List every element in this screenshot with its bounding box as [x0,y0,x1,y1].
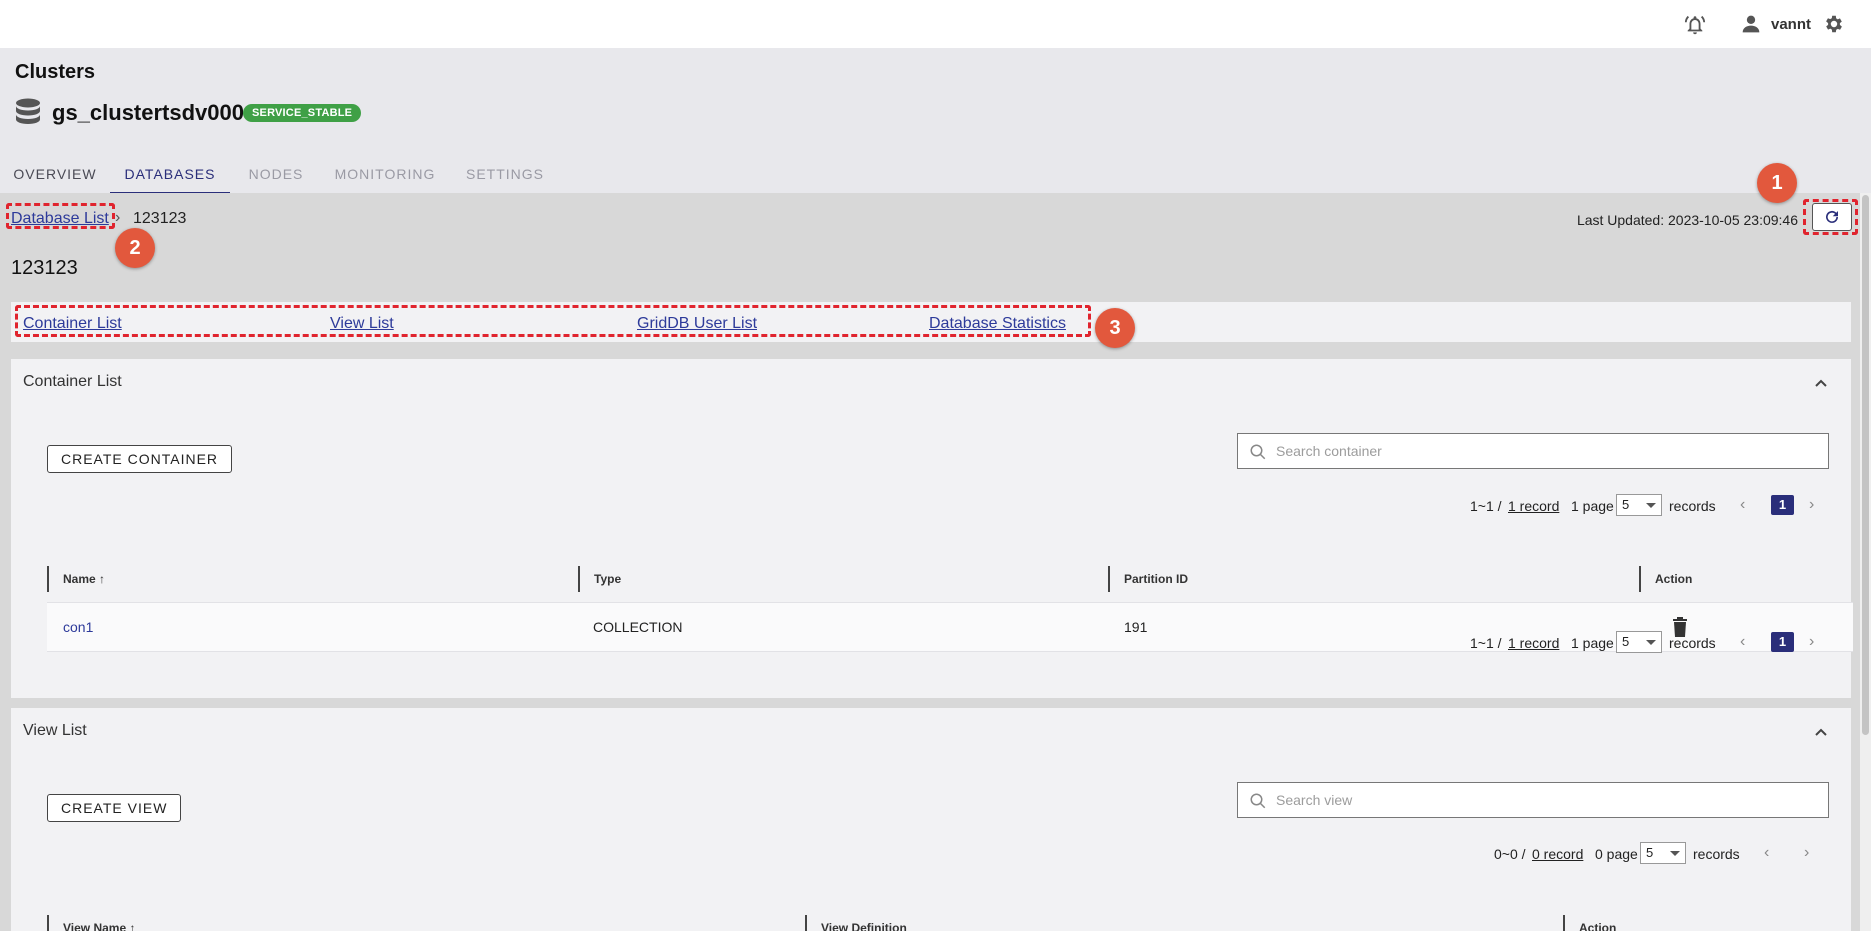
status-badge: SERVICE_STABLE [243,104,362,122]
vertical-scrollbar[interactable] [1860,193,1871,931]
page-title: Clusters [15,61,96,83]
page-size-select[interactable]: 5 [1616,494,1662,516]
pager-range: 0~0 / [1494,846,1526,862]
page-header: Clusters gs_clustertsdv0004 SERVICE_STAB… [0,48,1871,194]
create-container-button[interactable]: CREATE CONTAINER [47,445,233,473]
pager-records-link[interactable]: 1 record [1508,498,1559,514]
database-title: 123123 [11,257,78,279]
container-pager-top: 1~1 / 1 record 1 page 5 records ‹ 1 › [1470,494,1830,518]
container-type: COLLECTION [593,619,683,635]
prev-page-icon[interactable]: ‹ [1740,496,1745,514]
dropdown-arrow-icon [1670,851,1680,856]
prev-page-icon[interactable]: ‹ [1740,633,1745,651]
current-page-button[interactable]: 1 [1771,495,1794,515]
pager-pages: 1 page [1571,498,1614,514]
dropdown-arrow-icon [1646,503,1656,508]
pager-records-label: records [1693,846,1740,862]
tab-overview[interactable]: OVERVIEW [0,154,110,194]
column-header-action: Action [1639,566,1692,592]
view-panel-title: View List [23,722,87,739]
search-container-input[interactable] [1276,440,1816,462]
pager-records-label: records [1669,635,1716,651]
pager-pages: 1 page [1571,635,1614,651]
view-pager-top: 0~0 / 0 record 0 page 5 records ‹ › [1494,842,1834,866]
column-header-type[interactable]: Type [578,566,621,592]
search-view-box [1237,782,1829,818]
container-panel-title: Container List [23,373,122,390]
scrollbar-thumb[interactable] [1862,195,1869,735]
search-icon [1250,444,1266,460]
annotation-marker-1: 1 [1757,163,1797,203]
notification-bell-icon[interactable] [1684,14,1706,36]
search-container-box [1237,433,1829,469]
pager-range: 1~1 / [1470,498,1502,514]
pager-records-link[interactable]: 0 record [1532,846,1583,862]
tab-settings[interactable]: SETTINGS [455,154,555,194]
annotation-box-section-links [15,305,1091,337]
column-header-view-name[interactable]: View Name ↑ [47,915,136,931]
tab-nodes[interactable]: NODES [236,154,316,194]
annotation-marker-3: 3 [1095,308,1135,348]
column-header-name[interactable]: Name ↑ [47,566,105,592]
breadcrumb-separator: › [115,209,121,226]
container-name-link[interactable]: con1 [63,619,93,635]
database-icon [16,98,40,124]
column-header-partition-id[interactable]: Partition ID [1108,566,1188,592]
page-size-select[interactable]: 5 [1616,631,1662,653]
user-icon[interactable] [1741,14,1761,34]
current-page-button[interactable]: 1 [1771,632,1794,652]
sort-up-icon[interactable]: ↑ [130,921,136,931]
top-bar: vannt [0,0,1871,48]
table-header: View Name ↑ View Definition Action [47,915,1853,931]
chevron-up-icon[interactable] [1813,724,1829,740]
prev-page-icon[interactable]: ‹ [1764,844,1769,862]
annotation-marker-2: 2 [115,228,155,268]
view-list-panel: View List CREATE VIEW 0~0 / 0 record 0 p… [11,708,1851,931]
container-partition-id: 191 [1124,619,1148,635]
main-content: Database List › 123123 Last Updated: 202… [0,163,1860,931]
container-list-panel: Container List CREATE CONTAINER 1~1 / 1 … [11,359,1853,698]
search-view-input[interactable] [1276,789,1816,811]
container-pager-bottom: 1~1 / 1 record 1 page 5 records ‹ 1 › [1470,631,1830,655]
chevron-up-icon[interactable] [1813,375,1829,391]
annotation-box-refresh [1803,199,1858,235]
gear-icon[interactable] [1823,13,1845,35]
table-header: Name ↑ Type Partition ID Action [47,566,1853,592]
annotation-box-breadcrumb [6,203,115,229]
view-table: View Name ↑ View Definition Action [47,915,1853,931]
username[interactable]: vannt [1771,16,1811,33]
next-page-icon[interactable]: › [1804,844,1809,862]
column-header-action: Action [1563,915,1616,931]
next-page-icon[interactable]: › [1809,633,1814,651]
tab-databases[interactable]: DATABASES [110,154,230,194]
sort-up-icon[interactable]: ↑ [99,572,105,586]
last-updated-text: Last Updated: 2023-10-05 23:09:46 [1576,212,1798,228]
breadcrumb-current: 123123 [133,210,187,227]
pager-pages: 0 page [1595,846,1638,862]
pager-records-link[interactable]: 1 record [1508,635,1559,651]
next-page-icon[interactable]: › [1809,496,1814,514]
pager-range: 1~1 / [1470,635,1502,651]
pager-records-label: records [1669,498,1716,514]
search-icon [1250,793,1266,809]
page-size-select[interactable]: 5 [1640,842,1686,864]
column-header-view-definition[interactable]: View Definition [805,915,907,931]
cluster-name: gs_clustertsdv0004 [52,100,257,125]
create-view-button[interactable]: CREATE VIEW [47,794,182,822]
tab-monitoring[interactable]: MONITORING [325,154,445,194]
dropdown-arrow-icon [1646,640,1656,645]
